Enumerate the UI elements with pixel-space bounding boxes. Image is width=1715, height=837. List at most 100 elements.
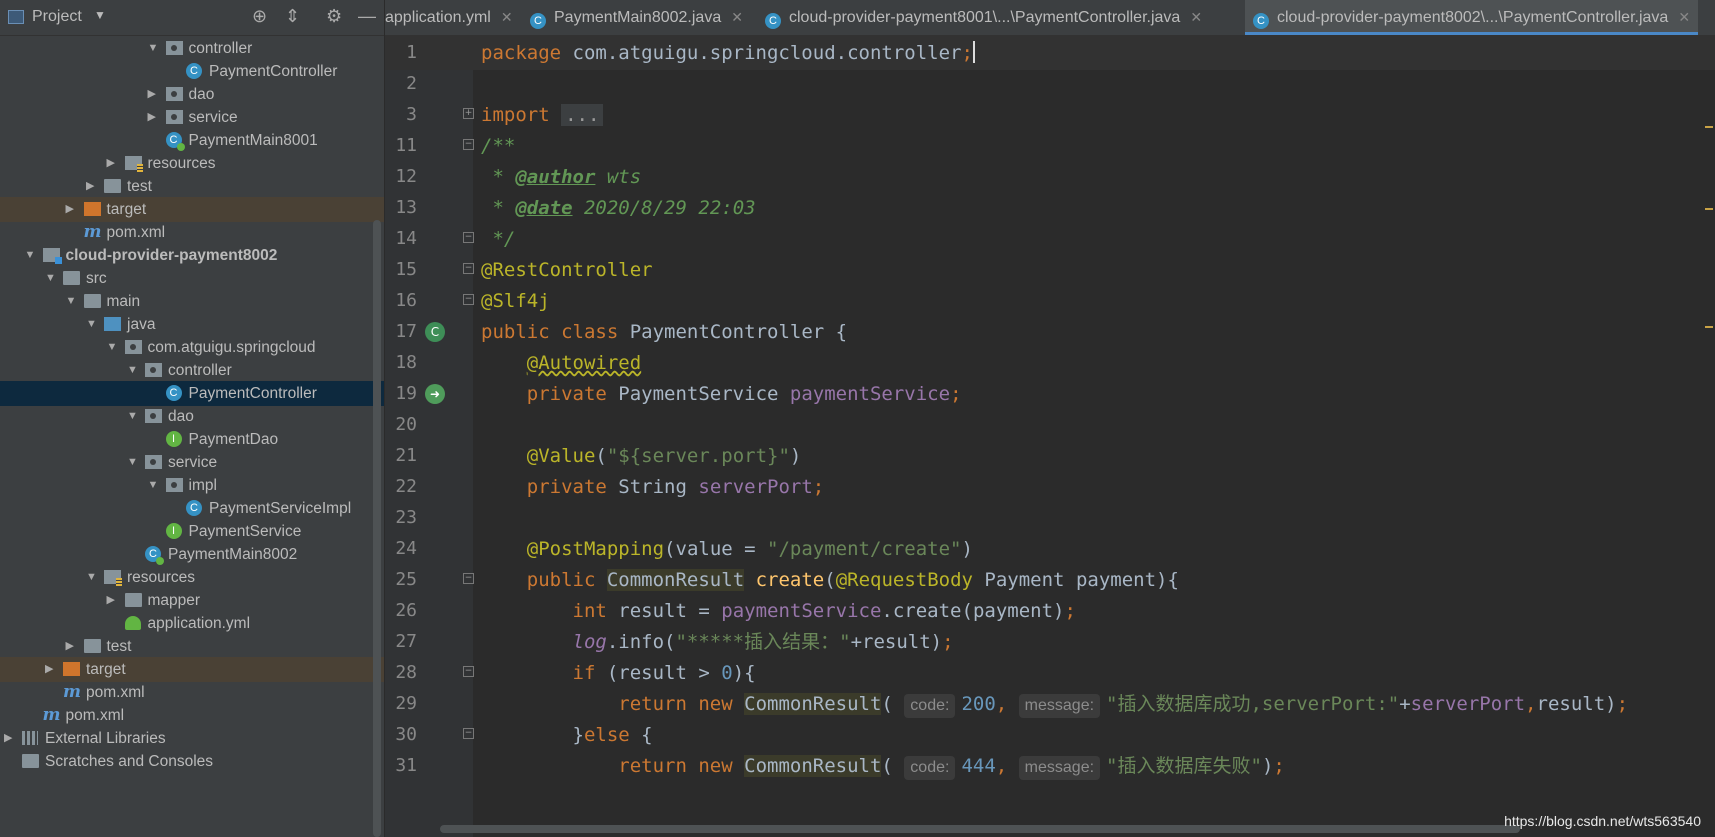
horizontal-scrollbar[interactable]: [440, 825, 1520, 833]
static-field: log: [572, 631, 607, 653]
tree-item[interactable]: ▼ src: [0, 266, 384, 291]
chevron-down-icon[interactable]: ▼: [66, 289, 78, 314]
tree-item[interactable]: I PaymentDao: [0, 427, 384, 452]
tree-item[interactable]: ▶ service: [0, 105, 384, 130]
fold-collapse-icon[interactable]: −: [463, 666, 474, 677]
tree-item[interactable]: ▶ resources: [0, 151, 384, 176]
tree-item[interactable]: m pom.xml: [0, 703, 384, 728]
line-number: 16: [395, 290, 417, 311]
chevron-down-icon[interactable]: ▼: [25, 243, 37, 268]
tree-item-label: PaymentServiceImpl: [209, 500, 352, 517]
tree-item[interactable]: application.yml: [0, 611, 384, 636]
string-literal: "${server.port}": [606, 445, 790, 467]
tree-item[interactable]: Scratches and Consoles: [0, 749, 384, 774]
keyword: package: [481, 42, 562, 64]
chevron-down-icon[interactable]: ▼: [86, 565, 98, 590]
excluded-folder-icon: [83, 202, 101, 216]
tree-item[interactable]: ▼ cloud-provider-payment8002: [0, 243, 384, 268]
project-view-title[interactable]: Project: [32, 8, 82, 26]
tab-payment-controller-8002[interactable]: Ccloud-provider-payment8002\...\PaymentC…: [1245, 0, 1699, 35]
tree-item[interactable]: ▼ dao: [0, 404, 384, 429]
tab-label: application.yml: [385, 9, 491, 26]
fold-collapse-icon[interactable]: −: [463, 728, 474, 739]
chevron-down-icon[interactable]: ▼: [148, 36, 160, 61]
error-stripe-marker[interactable]: [1705, 326, 1713, 328]
fold-collapse-icon[interactable]: −: [463, 263, 474, 274]
tree-item[interactable]: ▶ External Libraries: [0, 726, 384, 751]
chevron-down-icon[interactable]: ▼: [107, 335, 119, 360]
tree-item[interactable]: C PaymentMain8001: [0, 128, 384, 153]
tree-item[interactable]: m pom.xml: [0, 680, 384, 705]
number-literal: 444: [961, 755, 996, 777]
tree-item[interactable]: C PaymentServiceImpl: [0, 496, 384, 521]
tree-item[interactable]: ▼ controller: [0, 36, 384, 61]
fold-collapse-icon[interactable]: −: [463, 139, 474, 150]
fold-end-icon[interactable]: −: [463, 232, 474, 243]
error-stripe-marker[interactable]: [1705, 208, 1713, 210]
chevron-right-icon[interactable]: ▶: [86, 174, 98, 199]
tree-item[interactable]: ▼ controller: [0, 358, 384, 383]
tree-item[interactable]: C PaymentController: [0, 381, 384, 406]
chevron-right-icon[interactable]: ▶: [4, 726, 16, 751]
annotation: @Value: [526, 445, 596, 467]
fold-expand-icon[interactable]: +: [463, 108, 474, 119]
close-icon[interactable]: ✕: [731, 9, 743, 25]
tree-item-label: resources: [127, 569, 196, 586]
chevron-right-icon[interactable]: ▶: [107, 151, 119, 176]
tree-item[interactable]: m pom.xml: [0, 220, 384, 245]
close-icon[interactable]: ✕: [501, 9, 513, 25]
tree-item[interactable]: ▼ impl: [0, 473, 384, 498]
code-line: 23: [385, 501, 1715, 535]
chevron-down-icon[interactable]: ▼: [127, 450, 139, 475]
tree-item[interactable]: C PaymentMain8002: [0, 542, 384, 567]
tree-item[interactable]: ▼ java: [0, 312, 384, 337]
autowired-bean-icon[interactable]: ➜: [425, 384, 445, 404]
tree-item[interactable]: ▶ dao: [0, 82, 384, 107]
chevron-down-icon[interactable]: ▼: [148, 473, 160, 498]
chevron-right-icon[interactable]: ▶: [107, 588, 119, 613]
tree-scrollbar[interactable]: [373, 220, 381, 837]
spring-bean-icon[interactable]: C: [425, 322, 445, 342]
chevron-down-icon[interactable]: ▼: [127, 358, 139, 383]
tree-item[interactable]: ▼ main: [0, 289, 384, 314]
error-stripe-marker[interactable]: [1705, 126, 1713, 128]
tree-item[interactable]: C PaymentController: [0, 59, 384, 84]
chevron-down-icon[interactable]: ▼: [86, 312, 98, 337]
tab-application-yml[interactable]: application.yml ✕: [385, 0, 513, 35]
fold-collapse-icon[interactable]: −: [463, 573, 474, 584]
tree-item[interactable]: ▶ target: [0, 197, 384, 222]
tree-item[interactable]: ▶ test: [0, 174, 384, 199]
chevron-down-icon[interactable]: ▼: [127, 404, 139, 429]
tab-payment-main[interactable]: C PaymentMain8002.java ✕: [530, 0, 743, 35]
tree-item[interactable]: ▼ resources: [0, 565, 384, 590]
tree-item[interactable]: ▶ mapper: [0, 588, 384, 613]
chevron-right-icon[interactable]: ▶: [66, 634, 78, 659]
chevron-down-icon[interactable]: ▼: [94, 8, 106, 22]
chevron-down-icon[interactable]: ▼: [45, 266, 57, 291]
chevron-right-icon[interactable]: ▶: [45, 657, 57, 682]
code-editor[interactable]: 1 package com.atguigu.springcloud.contro…: [385, 36, 1715, 837]
code-line: 28 − if (result > 0){: [385, 656, 1715, 690]
code-line: 25 − public CommonResult create(@Request…: [385, 563, 1715, 597]
tree-item[interactable]: I PaymentService: [0, 519, 384, 544]
chevron-right-icon[interactable]: ▶: [148, 82, 160, 107]
tree-item[interactable]: ▼ com.atguigu.springcloud: [0, 335, 384, 360]
chevron-right-icon[interactable]: ▶: [66, 197, 78, 222]
code-line: 27 log.info("*****插入结果："+result);: [385, 625, 1715, 659]
folded-imports[interactable]: ...: [561, 104, 604, 126]
locate-icon[interactable]: ⊕: [252, 6, 267, 27]
tree-item[interactable]: ▶ test: [0, 634, 384, 659]
close-icon[interactable]: ✕: [1678, 9, 1690, 25]
doc-comment: /**: [481, 135, 516, 157]
gear-icon[interactable]: ⚙: [326, 6, 342, 27]
tree-item[interactable]: ▶ target: [0, 657, 384, 682]
collapse-all-icon[interactable]: ⇕: [285, 6, 300, 27]
chevron-right-icon[interactable]: ▶: [148, 105, 160, 130]
close-icon[interactable]: ✕: [1190, 9, 1202, 25]
tab-payment-controller-8001[interactable]: Ccloud-provider-payment8001\...\PaymentC…: [765, 0, 1202, 35]
hide-panel-icon[interactable]: —: [358, 6, 376, 27]
param-name: payment: [972, 600, 1054, 622]
tree-item[interactable]: ▼ service: [0, 450, 384, 475]
fold-collapse-icon[interactable]: −: [463, 294, 474, 305]
tab-label: PaymentMain8002.java: [554, 9, 722, 26]
